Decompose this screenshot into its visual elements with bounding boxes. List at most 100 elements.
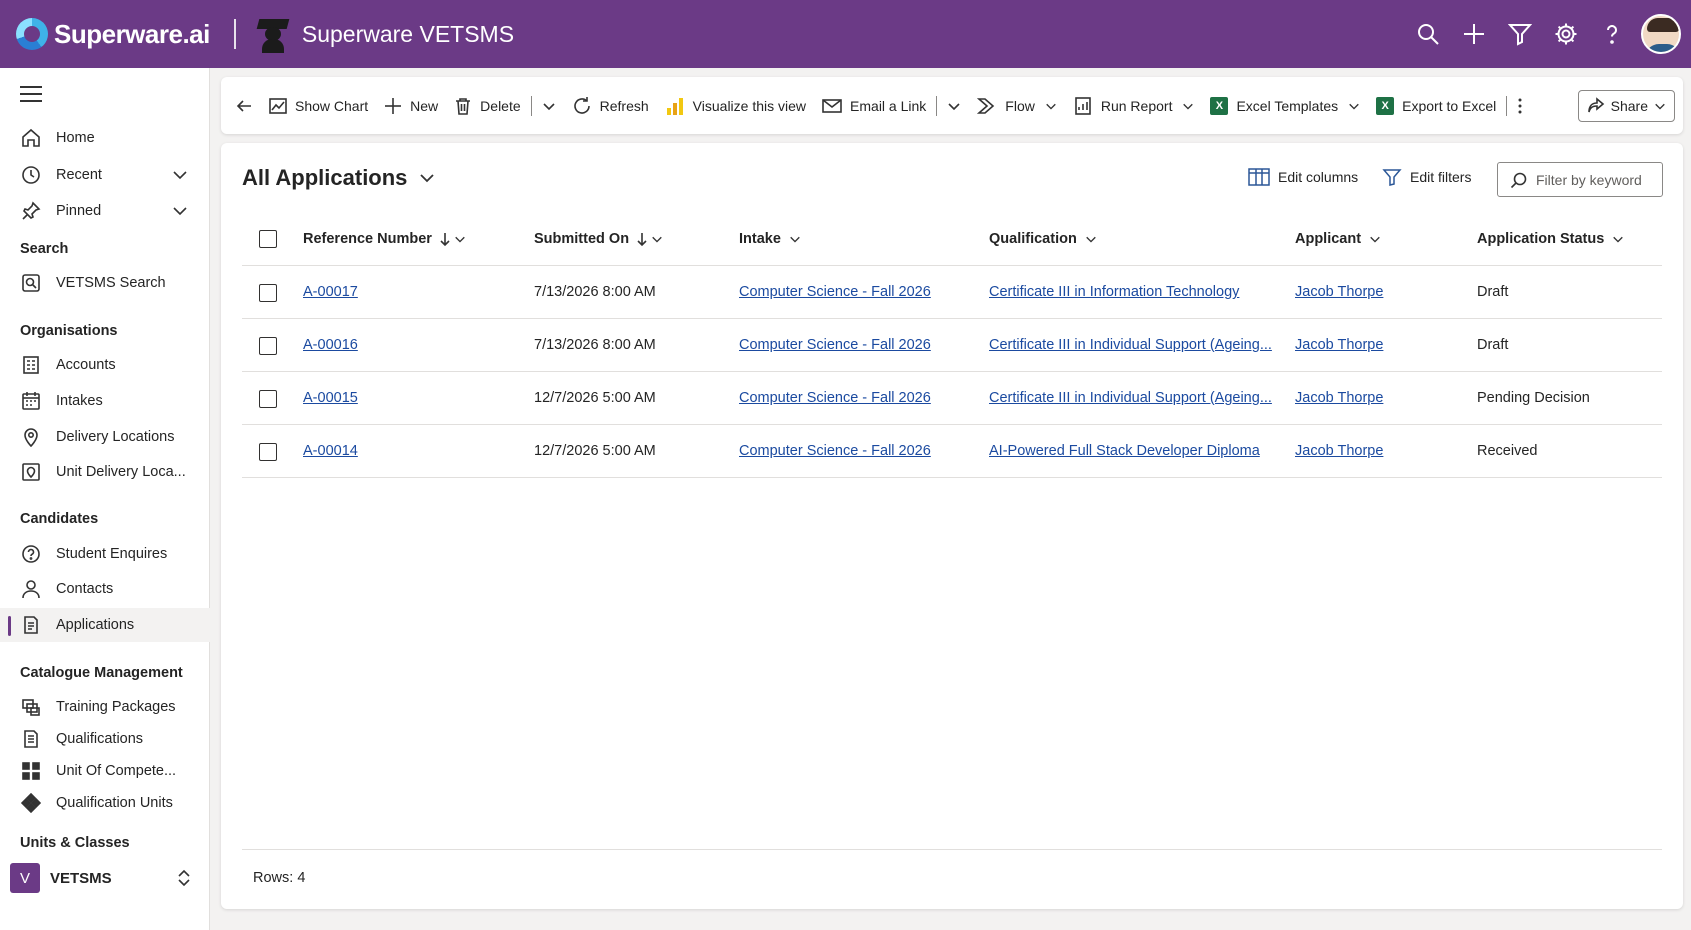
column-header-applicant[interactable]: Applicant [1295,212,1381,265]
power-bi-icon [666,97,683,115]
back-button[interactable] [227,88,261,124]
qualification-link[interactable]: Certificate III in Individual Support (A… [989,390,1272,406]
help-button[interactable] [1589,11,1635,57]
table-row[interactable]: A-00016 7/13/2026 8:00 AM Computer Scien… [242,319,1662,372]
sidebar-item-qualifications[interactable]: Qualifications [0,722,210,756]
chevron-down-icon [455,236,465,243]
column-header-qualification[interactable]: Qualification [989,212,1097,265]
sidebar-item-vetsms-search[interactable]: VETSMS Search [0,266,210,300]
view-selector[interactable]: All Applications [242,165,435,191]
sidebar-item-unit-delivery-locations[interactable]: Unit Delivery Loca... [0,455,210,489]
applicant-link[interactable]: Jacob Thorpe [1295,443,1383,459]
sidebar-item-units-of-competency[interactable]: Unit Of Compete... [0,754,210,788]
show-chart-label: Show Chart [295,97,369,114]
flow-button[interactable]: Flow [969,88,1065,124]
reference-link[interactable]: A-00014 [303,443,358,459]
table-row[interactable]: A-00015 12/7/2026 5:00 AM Computer Scien… [242,372,1662,425]
search-button[interactable] [1405,11,1451,57]
new-label: New [410,97,439,114]
sidebar-item-applications[interactable]: Applications [0,608,210,642]
hamburger-menu-icon[interactable] [20,86,42,102]
intake-link[interactable]: Computer Science - Fall 2026 [739,443,931,459]
edit-columns-button[interactable]: Edit columns [1248,167,1358,187]
submitted-on-cell: 12/7/2026 5:00 AM [534,390,656,406]
table-row[interactable]: A-00017 7/13/2026 8:00 AM Computer Scien… [242,266,1662,319]
reference-link[interactable]: A-00017 [303,284,358,300]
visualize-button[interactable]: Visualize this view [657,88,814,124]
unit-location-icon [20,461,42,483]
grid-header: Reference Number Submitted On Intake Qua… [242,212,1662,266]
intake-link[interactable]: Computer Science - Fall 2026 [739,390,931,406]
sidebar-item-pinned[interactable]: Pinned [0,194,210,228]
sidebar-item-delivery-locations[interactable]: Delivery Locations [0,420,210,454]
sidebar-item-recent[interactable]: Recent [0,158,210,192]
share-button[interactable]: Share [1577,90,1675,122]
applicant-link[interactable]: Jacob Thorpe [1295,337,1383,353]
column-label: Application Status [1477,230,1605,247]
chevron-down-icon [1046,103,1056,110]
sidebar-item-training-packages[interactable]: Training Packages [0,690,210,724]
show-chart-button[interactable]: Show Chart [261,88,376,124]
brand-logo[interactable]: Superware.ai [16,18,210,50]
advanced-filter-button[interactable] [1497,11,1543,57]
sidebar-item-qualification-units[interactable]: Qualification Units [0,786,210,820]
qualification-link[interactable]: Certificate III in Individual Support (A… [989,337,1272,353]
chevron-down-icon [1183,103,1194,110]
chevron-down-icon[interactable] [172,203,188,219]
qualification-link[interactable]: AI-Powered Full Stack Developer Diploma [989,443,1260,459]
sidebar-item-student-enquires[interactable]: Student Enquires [0,537,210,571]
intake-link[interactable]: Computer Science - Fall 2026 [739,284,931,300]
area-switcher[interactable]: V VETSMS [0,856,210,900]
new-button[interactable]: New [376,88,446,124]
filter-keyword-input[interactable]: Filter by keyword [1497,162,1663,197]
section-heading-search: Search [20,241,69,257]
run-report-button[interactable]: Run Report [1065,88,1203,124]
select-all-checkbox[interactable] [259,230,277,248]
person-icon [20,578,42,600]
email-link-button[interactable]: Email a Link [814,88,934,124]
column-header-reference-number[interactable]: Reference Number [303,212,466,265]
sidebar-item-contacts[interactable]: Contacts [0,572,210,606]
sidebar-item-intakes[interactable]: Intakes [0,384,210,418]
settings-button[interactable] [1543,11,1589,57]
sidebar-item-accounts[interactable]: Accounts [0,348,210,382]
qualification-link[interactable]: Certificate III in Information Technolog… [989,284,1239,300]
user-avatar[interactable] [1641,14,1681,54]
graduate-icon [256,15,290,53]
diamond-icon [20,792,42,814]
area-label: VETSMS [50,869,112,887]
more-delete-options-button[interactable] [534,88,564,124]
row-checkbox[interactable] [259,284,277,302]
row-checkbox[interactable] [259,443,277,461]
chevron-down-icon [790,236,800,243]
applicant-link[interactable]: Jacob Thorpe [1295,284,1383,300]
row-checkbox[interactable] [259,337,277,355]
column-header-application-status[interactable]: Application Status [1477,212,1624,265]
column-header-submitted-on[interactable]: Submitted On [534,212,663,265]
column-label: Intake [739,230,781,247]
more-email-options-button[interactable] [939,88,969,124]
excel-templates-label: Excel Templates [1236,97,1339,114]
row-checkbox[interactable] [259,390,277,408]
sidebar-item-home[interactable]: Home [0,121,210,155]
column-header-intake[interactable]: Intake [739,212,801,265]
applicant-link[interactable]: Jacob Thorpe [1295,390,1383,406]
column-label: Applicant [1295,230,1362,247]
filter-icon [1508,24,1532,46]
more-commands-button[interactable] [1509,88,1531,124]
intake-link[interactable]: Computer Science - Fall 2026 [739,337,931,353]
app-title[interactable]: Superware VETSMS [302,21,514,48]
reference-link[interactable]: A-00015 [303,390,358,406]
sidebar-item-label: Applications [56,617,135,633]
delete-button[interactable]: Delete [446,88,528,124]
excel-templates-button[interactable]: X Excel Templates [1202,88,1368,124]
grid-icon [20,760,42,782]
search-icon [1418,24,1439,45]
table-row[interactable]: A-00014 12/7/2026 5:00 AM Computer Scien… [242,425,1662,478]
reference-link[interactable]: A-00016 [303,337,358,353]
export-excel-button[interactable]: X Export to Excel [1368,88,1504,124]
refresh-button[interactable]: Refresh [564,88,657,124]
chevron-down-icon[interactable] [172,167,188,183]
edit-filters-button[interactable]: Edit filters [1382,167,1471,187]
new-record-button[interactable] [1451,11,1497,57]
